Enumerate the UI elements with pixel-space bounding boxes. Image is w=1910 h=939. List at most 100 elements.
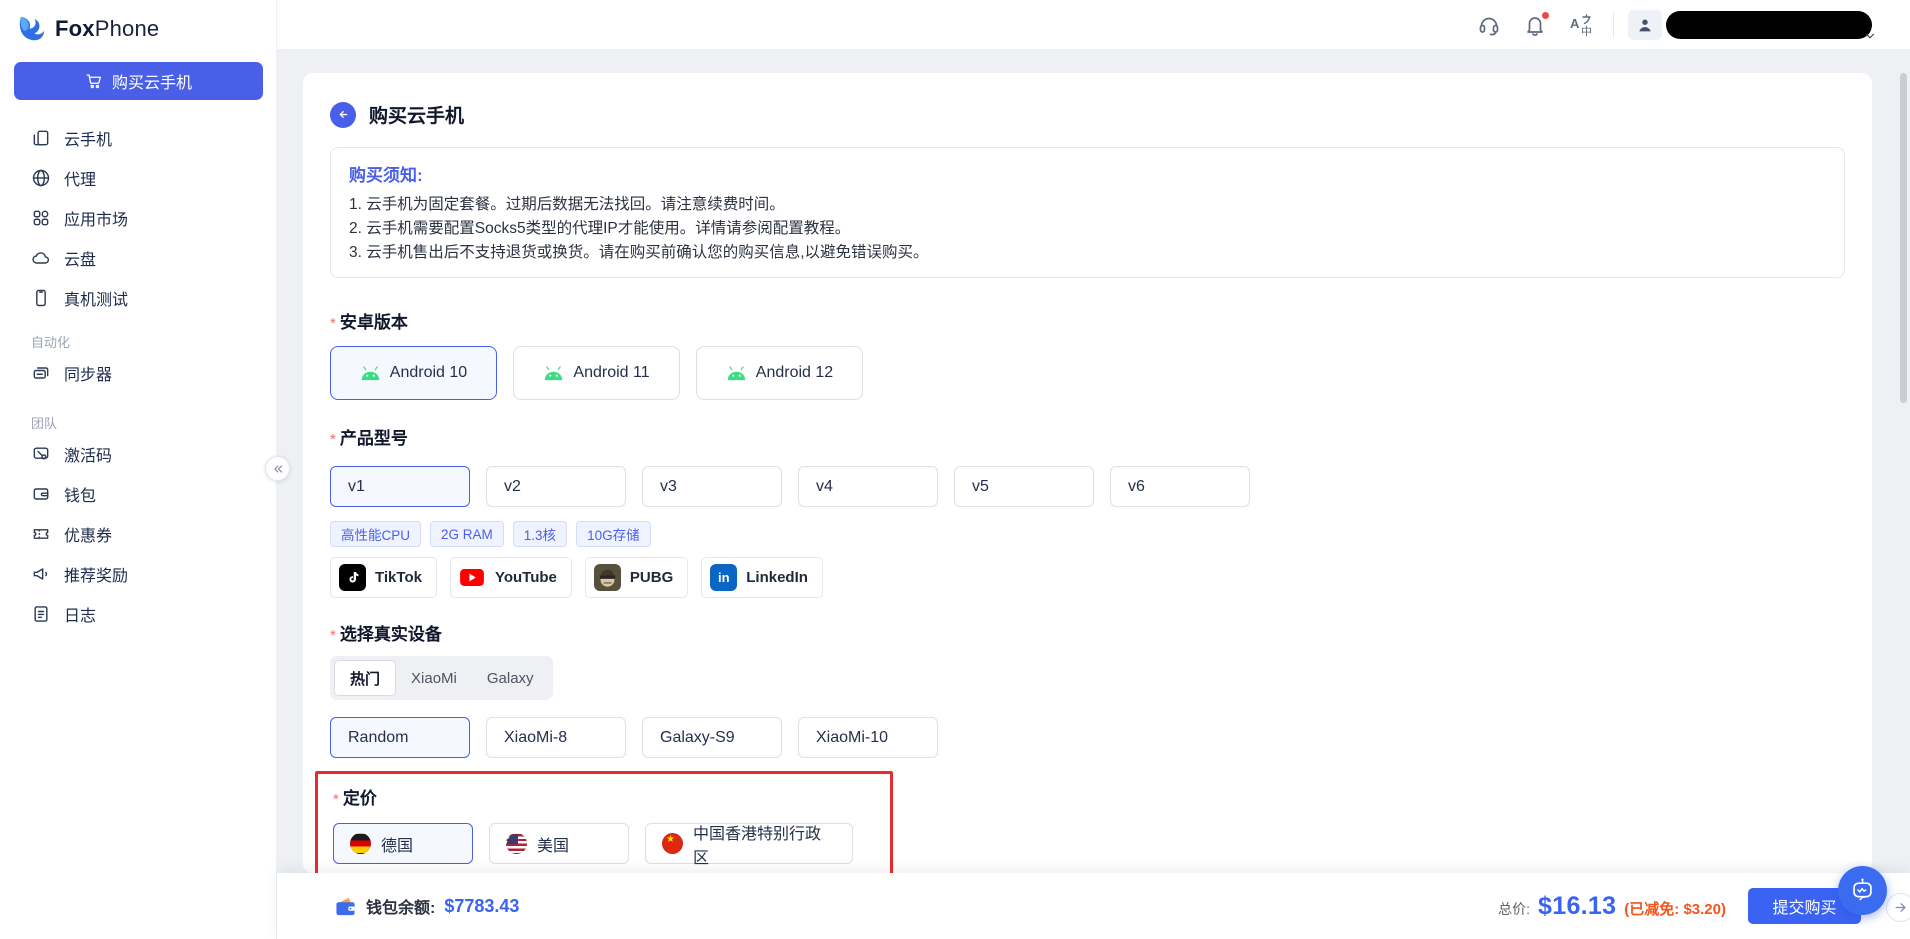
discount-note: (已减免: $3.20) bbox=[1624, 898, 1726, 919]
wallet-balance-icon bbox=[334, 896, 357, 917]
sync-icon bbox=[31, 363, 51, 383]
proxy-globe-icon bbox=[31, 168, 51, 188]
app-chip-youtube[interactable]: YouTube bbox=[450, 557, 572, 598]
required-star: * bbox=[333, 791, 339, 808]
sidebar-item-app-market[interactable]: 应用市场 bbox=[0, 198, 276, 238]
pricing-highlight-box: *定价 德国 美国 中国香港特别行政区 bbox=[315, 771, 893, 879]
product-model-options: v1 v2 v3 v4 v5 v6 bbox=[330, 466, 1845, 507]
android-12-option[interactable]: Android 12 bbox=[696, 346, 863, 400]
youtube-icon bbox=[459, 564, 486, 591]
sidebar-item-log[interactable]: 日志 bbox=[0, 594, 276, 634]
sidebar-item-referral-reward[interactable]: 推荐奖励 bbox=[0, 554, 276, 594]
sidebar-item-coupon[interactable]: 优惠券 bbox=[0, 514, 276, 554]
total-price-label: 总价: bbox=[1498, 899, 1530, 919]
tiktok-icon bbox=[339, 564, 366, 591]
tab-xiaomi[interactable]: XiaoMi bbox=[396, 660, 472, 696]
notice-line: 1. 云手机为固定套餐。过期后数据无法找回。请注意续费时间。 bbox=[349, 193, 1826, 217]
required-star: * bbox=[330, 627, 336, 644]
device-brand-tabs: 热门 XiaoMi Galaxy bbox=[330, 656, 553, 700]
brand-name: FoxPhone bbox=[55, 16, 159, 42]
app-chip-pubg[interactable]: PUBG bbox=[585, 557, 688, 598]
app-chip-tiktok[interactable]: TikTok bbox=[330, 557, 437, 598]
sidebar-nav: 云手机 代理 应用市场 bbox=[0, 118, 276, 634]
app-chip-linkedin[interactable]: in LinkedIn bbox=[701, 557, 823, 598]
checkout-footer: 钱包余额: $7783.43 总价: $16.13 (已减免: $3.20) 提… bbox=[277, 873, 1910, 939]
sidebar-item-synchronizer[interactable]: 同步器 bbox=[0, 353, 276, 393]
next-step-arrow-button[interactable] bbox=[1886, 893, 1910, 922]
app-market-icon bbox=[31, 208, 51, 228]
user-avatar[interactable] bbox=[1628, 10, 1662, 40]
top-header: A 中 bbox=[277, 0, 1910, 49]
pricing-label: *定价 bbox=[333, 784, 890, 809]
tab-hot[interactable]: 热门 bbox=[334, 660, 396, 696]
android-version-options: Android 10 Android 11 bbox=[330, 346, 1845, 400]
page-scrollbar-thumb[interactable] bbox=[1900, 73, 1907, 403]
android-version-label: *安卓版本 bbox=[330, 308, 1845, 333]
model-v1-option[interactable]: v1 bbox=[330, 466, 470, 507]
required-star: * bbox=[330, 315, 336, 332]
activation-code-icon bbox=[31, 444, 51, 464]
chat-support-button[interactable] bbox=[1838, 866, 1887, 915]
back-button[interactable] bbox=[330, 102, 356, 128]
pricing-hongkong-option[interactable]: 中国香港特别行政区 bbox=[645, 823, 853, 864]
model-v6-option[interactable]: v6 bbox=[1110, 466, 1250, 507]
sidebar-section-team: 团队 bbox=[0, 413, 276, 432]
device-xiaomi8-option[interactable]: XiaoMi-8 bbox=[486, 717, 626, 758]
buy-cloud-phone-button[interactable]: 购买云手机 bbox=[14, 62, 263, 100]
spec-tag-cores: 1.3核 bbox=[513, 521, 567, 547]
model-spec-tags: 高性能CPU 2G RAM 1.3核 10G存储 bbox=[330, 521, 1845, 547]
notice-line: 3. 云手机售出后不支持退货或换货。请在购买前确认您的购买信息,以避免错误购买。 bbox=[349, 241, 1826, 265]
germany-flag-icon bbox=[350, 833, 371, 854]
sidebar-item-cloud-disk[interactable]: 云盘 bbox=[0, 238, 276, 278]
chevron-down-icon bbox=[1863, 29, 1877, 43]
page-title: 购买云手机 bbox=[369, 101, 464, 128]
tab-galaxy[interactable]: Galaxy bbox=[472, 660, 549, 696]
wallet-balance-amount: $7783.43 bbox=[444, 896, 519, 917]
sidebar-item-cloud-phone[interactable]: 云手机 bbox=[0, 118, 276, 158]
android-11-option[interactable]: Android 11 bbox=[513, 346, 680, 400]
sidebar-item-activation-code[interactable]: 激活码 bbox=[0, 434, 276, 474]
account-name-redacted[interactable] bbox=[1666, 11, 1872, 39]
bell-notification-icon[interactable] bbox=[1523, 13, 1547, 37]
china-flag-icon bbox=[662, 833, 683, 854]
linkedin-icon: in bbox=[710, 564, 737, 591]
collapse-chevrons-icon bbox=[272, 463, 284, 475]
spec-tag-cpu: 高性能CPU bbox=[330, 521, 421, 547]
cloud-disk-icon bbox=[31, 248, 51, 268]
pricing-germany-option[interactable]: 德国 bbox=[333, 823, 473, 864]
model-v3-option[interactable]: v3 bbox=[642, 466, 782, 507]
usa-flag-icon bbox=[506, 833, 527, 854]
header-divider bbox=[1613, 12, 1614, 38]
purchase-card: 购买云手机 购买须知: 1. 云手机为固定套餐。过期后数据无法找回。请注意续费时… bbox=[303, 73, 1872, 873]
device-random-option[interactable]: Random bbox=[330, 717, 470, 758]
sidebar-section-automation: 自动化 bbox=[0, 332, 276, 351]
sidebar: FoxPhone 购买云手机 云手机 代理 bbox=[0, 0, 277, 939]
pricing-usa-option[interactable]: 美国 bbox=[489, 823, 629, 864]
device-options: Random XiaoMi-8 Galaxy-S9 XiaoMi-10 bbox=[330, 717, 1845, 758]
notification-dot bbox=[1541, 11, 1550, 20]
cart-icon bbox=[85, 72, 103, 90]
model-v5-option[interactable]: v5 bbox=[954, 466, 1094, 507]
model-v2-option[interactable]: v2 bbox=[486, 466, 626, 507]
sidebar-item-real-device-test[interactable]: 真机测试 bbox=[0, 278, 276, 318]
device-xiaomi10-option[interactable]: XiaoMi-10 bbox=[798, 717, 938, 758]
android-10-option[interactable]: Android 10 bbox=[330, 346, 497, 400]
wallet-balance-label: 钱包余额: bbox=[366, 894, 435, 918]
sidebar-collapse-button[interactable] bbox=[265, 456, 290, 481]
sidebar-item-proxy[interactable]: 代理 bbox=[0, 158, 276, 198]
brand-logo[interactable]: FoxPhone bbox=[0, 0, 276, 46]
supported-apps: TikTok YouTube PUBG in LinkedIn bbox=[330, 557, 1845, 598]
total-price-amount: $16.13 bbox=[1538, 892, 1616, 921]
device-galaxys9-option[interactable]: Galaxy-S9 bbox=[642, 717, 782, 758]
product-model-label: *产品型号 bbox=[330, 424, 1845, 449]
translate-icon[interactable]: A 中 bbox=[1569, 13, 1593, 37]
svg-text:中: 中 bbox=[1581, 25, 1592, 37]
pubg-icon bbox=[594, 564, 621, 591]
notice-line: 2. 云手机需要配置Socks5类型的代理IP才能使用。详情请参阅配置教程。 bbox=[349, 217, 1826, 241]
sidebar-item-wallet[interactable]: 钱包 bbox=[0, 474, 276, 514]
real-device-icon bbox=[31, 288, 51, 308]
android-icon bbox=[726, 366, 747, 381]
model-v4-option[interactable]: v4 bbox=[798, 466, 938, 507]
headset-support-icon[interactable] bbox=[1477, 13, 1501, 37]
notice-title: 购买须知: bbox=[349, 161, 1826, 186]
